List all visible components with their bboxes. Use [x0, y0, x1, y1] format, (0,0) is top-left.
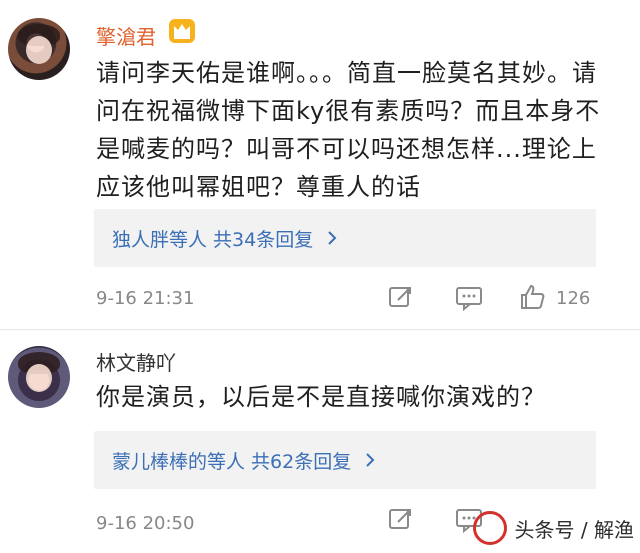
replies-label: 独人胖等人 共34条回复 [112, 228, 314, 251]
avatar[interactable] [8, 18, 70, 80]
replies-label: 蒙儿棒棒的等人 共62条回复 [112, 450, 352, 473]
comment-text: 请问李天佑是谁啊。。。简直一脸莫名其妙。请问在祝福微博下面ky很有素质吗？而且本… [96, 59, 601, 201]
replies-button[interactable]: 独人胖等人 共34条回复 [94, 209, 596, 267]
comment-item-1: 擎滄君 请问李天佑是谁啊。。。简直一脸莫名其妙。请问在祝福微博下面ky很有素质吗… [0, 0, 640, 330]
comment-text: 你是演员，以后是不是直接喊你演戏的？ [96, 383, 546, 411]
watermark: 头条号 / 解渔 [472, 511, 634, 545]
comment-icon[interactable] [454, 282, 484, 312]
timestamp: 9-16 20:50 [96, 513, 195, 534]
chevron-right-icon [328, 231, 337, 245]
username[interactable]: 擎滄君 [96, 21, 156, 50]
chevron-right-icon [366, 453, 375, 467]
timestamp: 9-16 21:31 [96, 288, 195, 309]
watermark-text: 头条号 / 解渔 [514, 517, 634, 542]
repost-icon[interactable] [386, 504, 416, 534]
like-icon[interactable] [518, 282, 548, 312]
avatar[interactable] [8, 346, 70, 408]
repost-icon[interactable] [386, 282, 416, 312]
replies-button[interactable]: 蒙儿棒棒的等人 共62条回复 [94, 431, 596, 489]
crown-icon [169, 19, 195, 43]
toutiao-logo-icon [472, 511, 507, 545]
like-count: 126 [556, 288, 591, 309]
username[interactable]: 林文静吖 [96, 347, 176, 376]
